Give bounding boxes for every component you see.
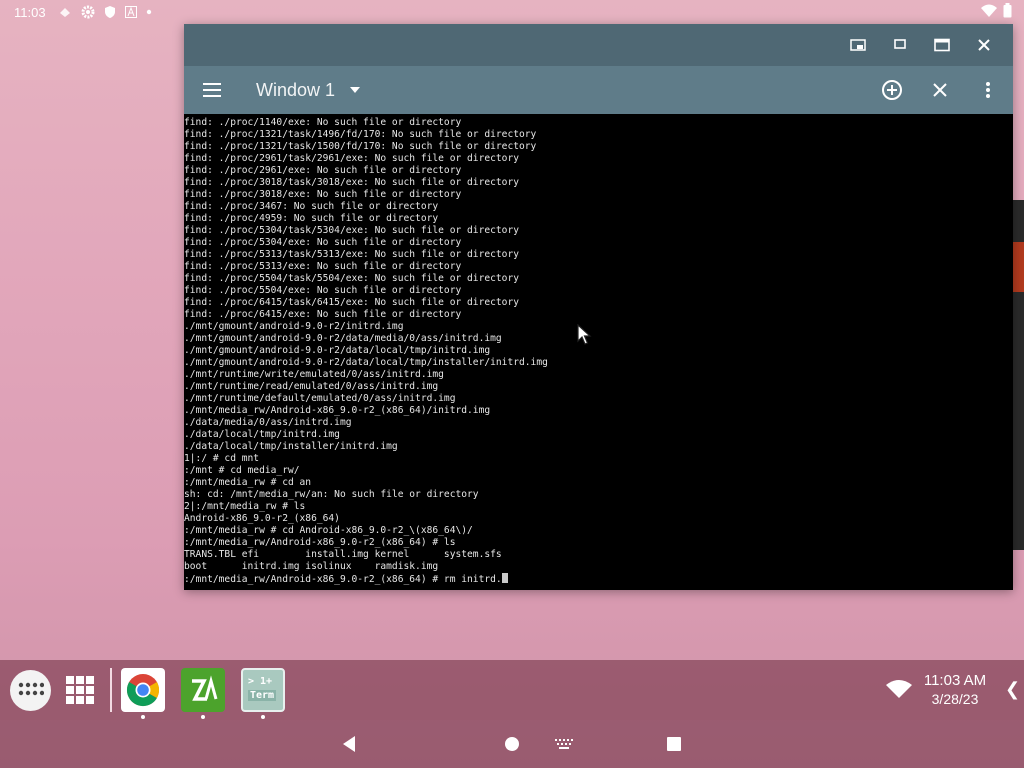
shield-icon: [104, 5, 116, 19]
app-a-icon: [124, 6, 137, 18]
clock-time[interactable]: 11:03 AM: [916, 672, 994, 689]
restore-icon[interactable]: [881, 26, 919, 64]
terminal-line: :/mnt/media_rw # cd an: [184, 477, 312, 488]
picture-in-picture-icon[interactable]: [839, 26, 877, 64]
terminal-line: 1|:/ # cd mnt: [184, 453, 260, 464]
terminal-line: find: ./proc/5504/exe: No such file or d…: [184, 285, 462, 296]
battery-icon: [1003, 3, 1012, 18]
terminal-line: TRANS.TBL efi install.img kernel system.…: [184, 549, 502, 560]
terminal-line: :/mnt/media_rw/Android-x86_9.0-r2_(x86_6…: [184, 537, 456, 548]
terminal-line: ./mnt/runtime/read/emulated/0/ass/initrd…: [184, 381, 439, 392]
zarchiver-icon[interactable]: [181, 668, 225, 712]
background-window-accent: [1013, 242, 1024, 292]
terminal-app-label-top: > 1+: [248, 676, 273, 687]
terminal-app-label-bottom: Term: [248, 690, 277, 701]
terminal-line: ./mnt/gmount/android-9.0-r2/initrd.img: [184, 321, 404, 332]
terminal-line: ./data/local/tmp/installer/initrd.img: [184, 441, 398, 452]
terminal-line: ./mnt/runtime/default/emulated/0/ass/ini…: [184, 393, 456, 404]
back-icon[interactable]: [337, 732, 361, 756]
terminal-line: ./mnt/runtime/write/emulated/0/ass/initr…: [184, 369, 444, 380]
close-window-icon[interactable]: [923, 73, 957, 107]
status-time: 11:03: [14, 4, 46, 20]
terminal-output[interactable]: find: ./proc/1140/exe: No such file or d…: [184, 114, 1013, 590]
terminal-line: find: ./proc/5313/exe: No such file or d…: [184, 261, 462, 272]
terminal-line: :/mnt/media_rw # cd Android-x86_9.0-r2_\…: [184, 525, 473, 536]
terminal-line: find: ./proc/1140/exe: No such file or d…: [184, 117, 462, 128]
terminal-line: find: ./proc/5504/task/5504/exe: No such…: [184, 273, 520, 284]
wifi-icon: [981, 4, 997, 18]
app-grid-icon[interactable]: [64, 674, 96, 706]
running-indicator: [141, 715, 145, 719]
text-cursor: [501, 573, 508, 583]
terminal-line: find: ./proc/3018/task/3018/exe: No such…: [184, 177, 520, 188]
terminal-line: find: ./proc/2961/exe: No such file or d…: [184, 165, 462, 176]
background-window-edge: [1013, 200, 1024, 550]
terminal-line: sh: cd: /mnt/media_rw/an: No such file o…: [184, 489, 479, 500]
dropdown-arrow-icon: [349, 86, 361, 94]
more-options-icon[interactable]: [971, 73, 1005, 107]
terminal-line: find: ./proc/5304/task/5304/exe: No such…: [184, 225, 520, 236]
terminal-line: find: ./proc/5304/exe: No such file or d…: [184, 237, 462, 248]
close-icon[interactable]: [965, 26, 1003, 64]
mouse-pointer-icon: [577, 324, 593, 346]
terminal-prompt-text: :/mnt/media_rw/Android-x86_9.0-r2_(x86_6…: [184, 574, 502, 585]
terminal-line: ./mnt/gmount/android-9.0-r2/data/local/t…: [184, 357, 548, 368]
terminal-line: find: ./proc/1321/task/1500/fd/170: No s…: [184, 141, 537, 152]
terminal-line: find: ./proc/2961/task/2961/exe: No such…: [184, 153, 520, 164]
running-indicator: [201, 715, 205, 719]
hamburger-menu-icon[interactable]: [198, 76, 226, 104]
maximize-icon[interactable]: [923, 26, 961, 64]
keyboard-icon[interactable]: [552, 732, 576, 756]
taskbar-divider: [110, 668, 112, 712]
terminal-line: ./mnt/media_rw/Android-x86_9.0-r2_(x86_6…: [184, 405, 491, 416]
recents-icon[interactable]: [662, 732, 686, 756]
terminal-line: ./data/media/0/ass/initrd.img: [184, 417, 352, 428]
terminal-line: find: ./proc/1321/task/1496/fd/170: No s…: [184, 129, 537, 140]
chevron-left-icon[interactable]: ❮: [1005, 679, 1020, 700]
window-selector[interactable]: Window 1: [256, 80, 361, 101]
terminal-line: find: ./proc/6415/task/6415/exe: No such…: [184, 297, 520, 308]
terminal-line: find: ./proc/3467: No such file or direc…: [184, 201, 439, 212]
app-toolbar: Window 1: [184, 66, 1013, 114]
navigation-bar: [0, 720, 1024, 768]
terminal-line: :/mnt # cd media_rw/: [184, 465, 300, 476]
terminal-line: ./data/local/tmp/initrd.img: [184, 429, 340, 440]
terminal-line: find: ./proc/5313/task/5313/exe: No such…: [184, 249, 520, 260]
all-apps-icon[interactable]: [10, 670, 51, 711]
wifi-icon[interactable]: [886, 680, 912, 698]
window-titlebar[interactable]: [184, 24, 1013, 66]
terminal-line: ./mnt/gmount/android-9.0-r2/data/media/0…: [184, 333, 502, 344]
window-selector-label: Window 1: [256, 79, 336, 100]
terminal-line: ./mnt/gmount/android-9.0-r2/data/local/t…: [184, 345, 491, 356]
gear-icon: [81, 5, 95, 19]
terminal-line: 2|:/mnt/media_rw # ls: [184, 501, 306, 512]
terminal-line: Android-x86_9.0-r2_(x86_64): [184, 513, 340, 524]
terminal-emulator-icon[interactable]: > 1+ Term: [241, 668, 285, 712]
status-bar: 11:03: [0, 0, 1024, 24]
clock-date[interactable]: 3/28/23: [916, 691, 994, 707]
terminal-window: Window 1 find: ./proc/1140/exe: No such …: [184, 24, 1013, 590]
taskbar: > 1+ Term 11:03 AM 3/28/23 ❮: [0, 660, 1024, 720]
cloud-icon: [58, 6, 72, 18]
home-icon[interactable]: [500, 732, 524, 756]
add-window-icon[interactable]: [875, 73, 909, 107]
terminal-line: find: ./proc/3018/exe: No such file or d…: [184, 189, 462, 200]
terminal-line: find: ./proc/4959: No such file or direc…: [184, 213, 439, 224]
terminal-line: find: ./proc/6415/exe: No such file or d…: [184, 309, 462, 320]
dot-icon: [146, 9, 152, 15]
terminal-prompt-line: :/mnt/media_rw/Android-x86_9.0-r2_(x86_6…: [184, 573, 1013, 586]
chrome-icon[interactable]: [121, 668, 165, 712]
terminal-line: boot initrd.img isolinux ramdisk.img: [184, 561, 439, 572]
running-indicator: [261, 715, 265, 719]
